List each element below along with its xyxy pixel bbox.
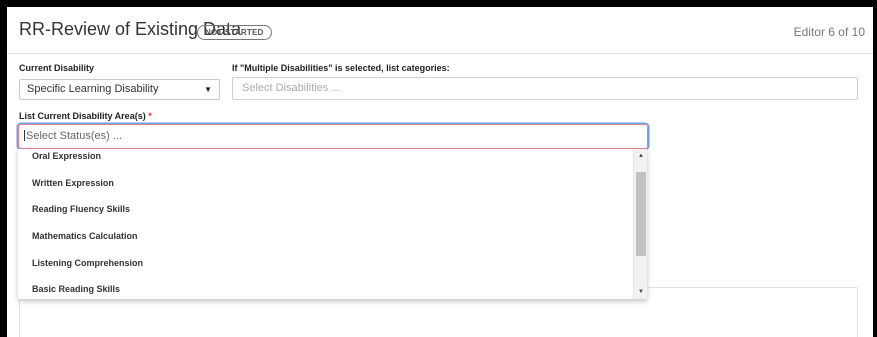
text-cursor — [24, 130, 25, 141]
disability-areas-placeholder: Select Status(es) ... — [26, 130, 122, 142]
dropdown-scrollbar[interactable]: ▲ ▼ — [633, 149, 647, 299]
chevron-down-icon: ▼ — [204, 85, 212, 94]
editor-panel: RR-Review of Existing Data NOT STARTED E… — [7, 7, 873, 337]
multiple-disabilities-label: If "Multiple Disabilities" is selected, … — [232, 63, 450, 73]
editor-header: RR-Review of Existing Data NOT STARTED E… — [7, 7, 873, 54]
current-disability-label: Current Disability — [19, 63, 95, 73]
scroll-up-icon[interactable]: ▲ — [634, 149, 647, 163]
disability-areas-input[interactable]: Select Status(es) ... — [18, 124, 648, 149]
editor-counter: Editor 6 of 10 — [793, 25, 865, 39]
multiple-disabilities-placeholder: Select Disabilities ... — [242, 82, 341, 94]
status-badge: NOT STARTED — [197, 25, 272, 40]
dropdown-option[interactable]: Basic Reading Skills — [32, 284, 120, 294]
disability-areas-label: List Current Disability Area(s) * — [19, 111, 152, 121]
dropdown-option[interactable]: Reading Fluency Skills — [32, 204, 130, 214]
dropdown-option[interactable]: Written Expression — [32, 178, 114, 188]
disability-areas-dropdown: Oral Expression Written Expression Readi… — [18, 149, 647, 299]
dropdown-option[interactable]: Mathematics Calculation — [32, 231, 138, 241]
disability-areas-label-text: List Current Disability Area(s) — [19, 111, 146, 121]
dropdown-option[interactable]: Oral Expression — [32, 151, 101, 161]
scrollbar-thumb[interactable] — [636, 172, 646, 256]
current-disability-value: Specific Learning Disability — [27, 83, 159, 95]
multiple-disabilities-select[interactable]: Select Disabilities ... — [232, 77, 858, 100]
current-disability-select[interactable]: Specific Learning Disability ▼ — [19, 79, 220, 100]
dropdown-option[interactable]: Listening Comprehension — [32, 258, 143, 268]
scroll-down-icon[interactable]: ▼ — [634, 285, 647, 299]
required-marker: * — [148, 111, 152, 121]
